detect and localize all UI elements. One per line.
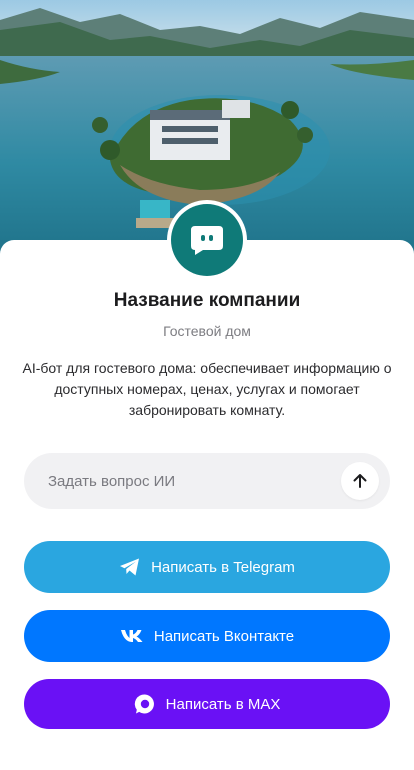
telegram-button[interactable]: Написать в Telegram: [24, 541, 390, 593]
company-type: Гостевой дом: [163, 323, 251, 339]
send-button[interactable]: [341, 462, 379, 500]
max-button[interactable]: Написать в MAX: [24, 679, 390, 729]
chat-bot-icon: [171, 204, 243, 276]
ask-ai-box: [24, 453, 390, 509]
vk-button[interactable]: Написать Вконтакте: [24, 610, 390, 662]
ask-ai-input[interactable]: [48, 453, 348, 509]
arrow-up-icon: [353, 474, 367, 488]
max-icon: [134, 693, 156, 715]
bot-avatar: [167, 200, 247, 280]
vk-icon: [120, 629, 144, 643]
company-name: Название компании: [113, 290, 301, 311]
vk-button-label: Написать Вконтакте: [153, 627, 295, 645]
max-button-label: Написать в MAX: [165, 695, 281, 713]
telegram-button-label: Написать в Telegram: [151, 558, 295, 576]
telegram-icon: [119, 557, 141, 577]
company-description: AI-бот для гостевого дома: обеспечивает …: [22, 360, 392, 418]
